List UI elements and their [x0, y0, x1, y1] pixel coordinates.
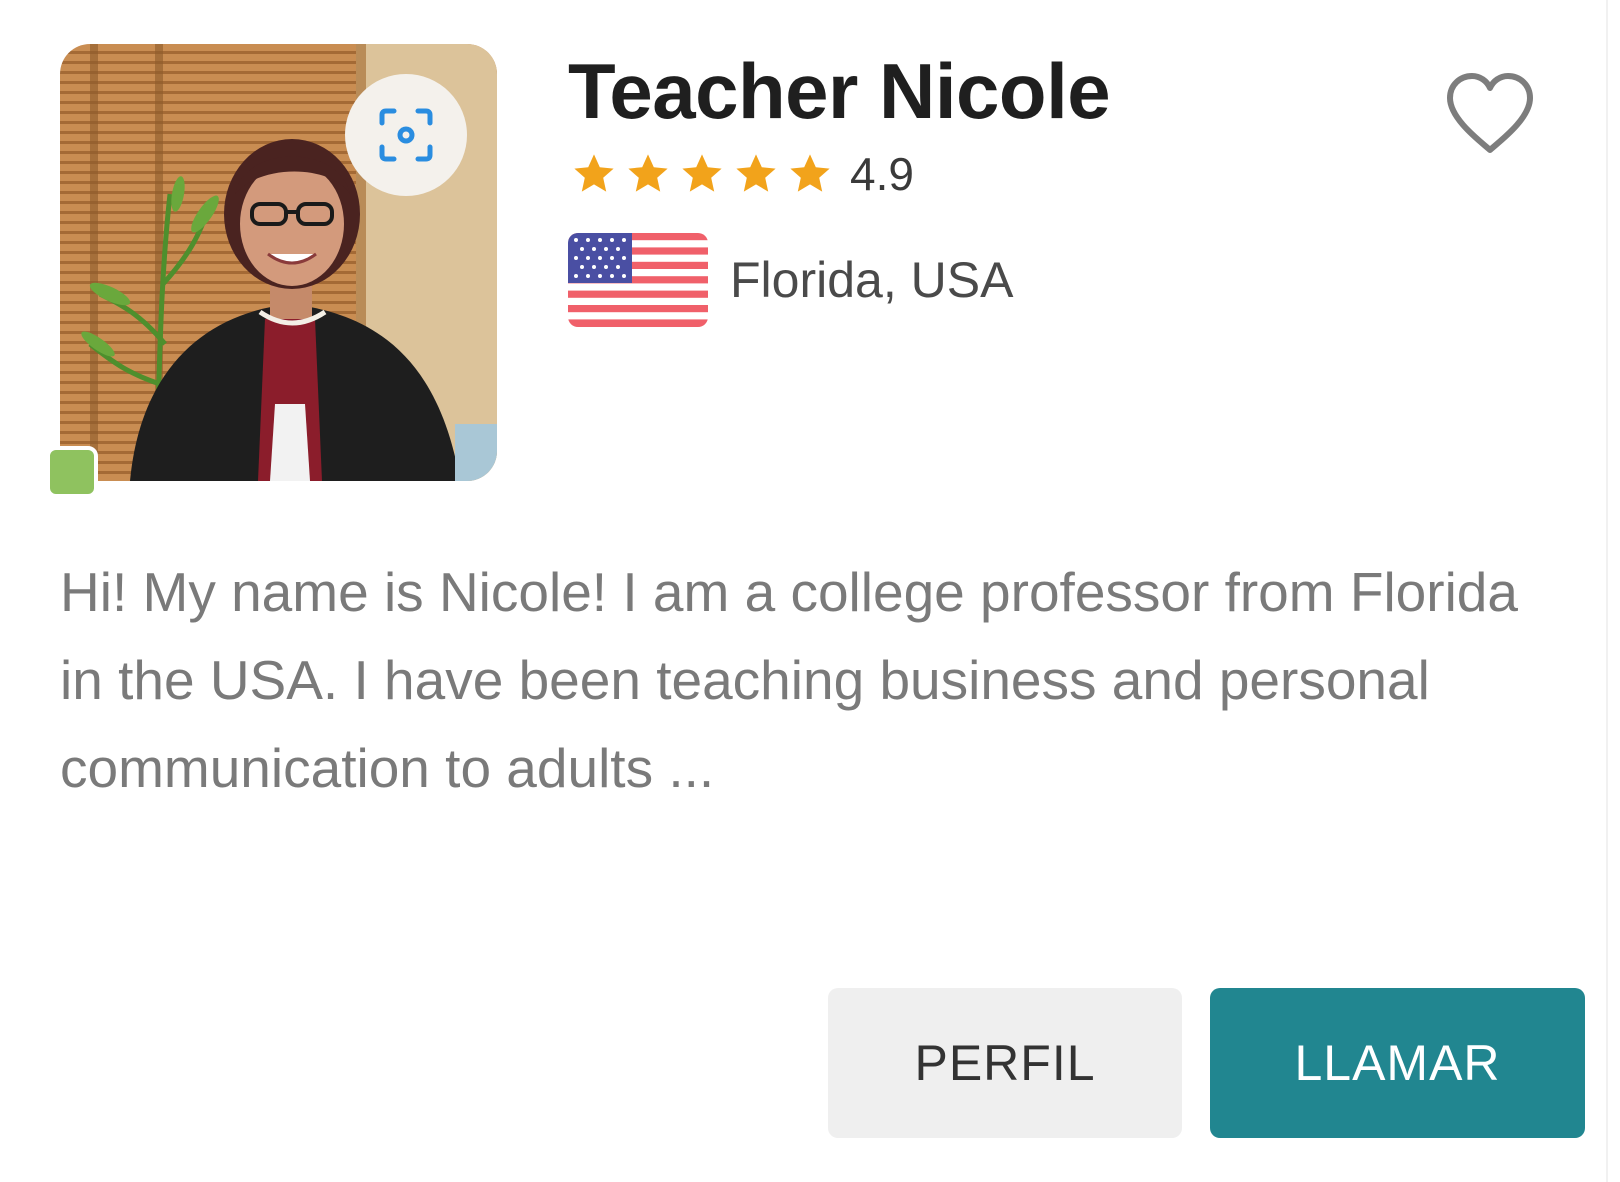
location-row: Florida, USA — [568, 232, 1013, 328]
us-flag-icon — [568, 233, 708, 327]
favorite-button[interactable] — [1440, 68, 1540, 160]
star-icon — [736, 154, 776, 192]
rating-value: 4.9 — [850, 148, 914, 200]
teacher-bio: Hi! My name is Nicole! I am a college pr… — [60, 561, 1518, 799]
star-icon — [628, 154, 668, 192]
scan-photo-button[interactable] — [345, 74, 467, 196]
scan-camera-icon — [379, 108, 433, 162]
heart-outline-icon — [1447, 73, 1533, 153]
star-icon — [682, 154, 722, 192]
profile-button[interactable]: PERFIL — [828, 988, 1182, 1138]
teacher-card: Teacher Nicole 4.9 Florida, USA Hi! My n… — [0, 0, 1620, 1182]
location-label: Florida, USA — [730, 252, 1014, 308]
star-icon — [574, 154, 614, 192]
star-rating — [570, 150, 834, 198]
rating-row: 4.9 — [570, 148, 914, 200]
teacher-photo-container[interactable] — [46, 44, 497, 498]
star-icon — [790, 154, 830, 192]
teacher-name: Teacher Nicole — [568, 47, 1111, 135]
call-button[interactable]: LLAMAR — [1210, 988, 1585, 1138]
card-edge-divider — [1606, 0, 1608, 1182]
online-status-indicator — [46, 446, 98, 498]
